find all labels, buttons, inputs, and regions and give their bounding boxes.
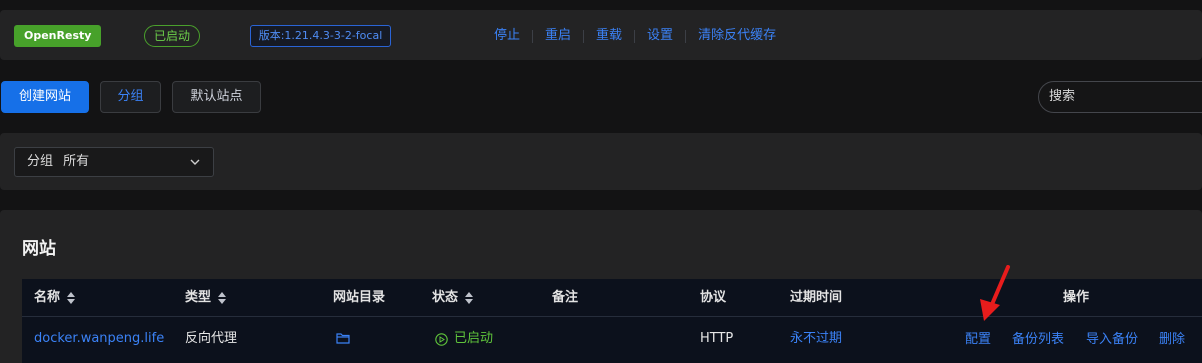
default-site-button[interactable]: 默认站点 bbox=[172, 81, 261, 113]
column-label: 过期时间 bbox=[790, 290, 843, 305]
import-backup-link[interactable]: 导入备份 bbox=[1086, 331, 1138, 349]
column-header-name[interactable]: 名称 bbox=[34, 289, 76, 307]
column-label: 状态 bbox=[432, 290, 459, 305]
sort-icon[interactable] bbox=[217, 292, 227, 304]
sort-icon[interactable] bbox=[464, 292, 474, 304]
column-label: 类型 bbox=[185, 290, 212, 305]
column-label: 协议 bbox=[700, 290, 727, 305]
group-filter-label: 分组 bbox=[27, 154, 54, 169]
site-dir-cell[interactable] bbox=[336, 332, 350, 350]
column-label: 操作 bbox=[1063, 290, 1090, 305]
server-status-badge: 已启动 bbox=[144, 25, 200, 47]
column-header-protocol: 协议 bbox=[700, 289, 726, 307]
delete-link[interactable]: 删除 bbox=[1159, 331, 1185, 349]
column-header-note: 备注 bbox=[552, 289, 578, 307]
create-site-button[interactable]: 创建网站 bbox=[1, 81, 89, 113]
server-status-bar: OpenResty 已启动 版本:1.21.4.3-3-2-focal 停止 重… bbox=[0, 10, 1202, 60]
annotation-arrow-icon bbox=[980, 265, 1010, 321]
divider bbox=[685, 29, 687, 43]
backup-list-link[interactable]: 备份列表 bbox=[1012, 331, 1064, 349]
column-header-expiry: 过期时间 bbox=[790, 289, 842, 307]
column-header-type[interactable]: 类型 bbox=[185, 289, 227, 307]
site-type: 反向代理 bbox=[185, 331, 238, 346]
column-label: 网站目录 bbox=[333, 290, 386, 305]
site-expiry-link[interactable]: 永不过期 bbox=[790, 330, 842, 348]
column-header-site-dir: 网站目录 bbox=[333, 289, 385, 307]
server-version-tag: 版本:1.21.4.3-3-2-focal bbox=[250, 25, 391, 47]
group-filter-select[interactable]: 分组 所有 bbox=[14, 147, 214, 177]
stop-link[interactable]: 停止 bbox=[494, 27, 520, 45]
divider bbox=[583, 29, 585, 43]
sites-table: 名称 类型 网站目录 状态 备注 协议 过期时间 操作 docker.wanpe… bbox=[22, 279, 1202, 363]
reload-link[interactable]: 重载 bbox=[596, 27, 622, 45]
table-header: 名称 类型 网站目录 状态 备注 协议 过期时间 操作 bbox=[22, 279, 1202, 317]
divider bbox=[634, 29, 636, 43]
group-button[interactable]: 分组 bbox=[100, 81, 161, 113]
divider bbox=[532, 29, 534, 43]
config-link[interactable]: 配置 bbox=[965, 331, 991, 349]
site-name-link[interactable]: docker.wanpeng.life bbox=[34, 330, 164, 348]
column-label: 名称 bbox=[34, 290, 61, 305]
chevron-down-icon bbox=[190, 159, 200, 165]
site-status-label: 已启动 bbox=[454, 331, 494, 346]
server-actions: 停止 重启 重载 设置 清除反代缓存 bbox=[494, 27, 776, 45]
restart-link[interactable]: 重启 bbox=[545, 27, 571, 45]
server-name-tag: OpenResty bbox=[14, 25, 102, 47]
column-label: 备注 bbox=[552, 290, 579, 305]
column-header-actions: 操作 bbox=[1063, 289, 1089, 307]
group-filter-value: 所有 bbox=[63, 154, 90, 169]
clear-proxy-cache-link[interactable]: 清除反代缓存 bbox=[698, 27, 776, 45]
sites-title: 网站 bbox=[22, 239, 56, 259]
settings-link[interactable]: 设置 bbox=[647, 27, 673, 45]
site-protocol: HTTP bbox=[700, 331, 734, 346]
site-status[interactable]: 已启动 bbox=[435, 330, 493, 348]
search-input[interactable]: 搜索 bbox=[1038, 81, 1202, 113]
folder-icon[interactable] bbox=[336, 332, 350, 344]
play-circle-icon bbox=[435, 332, 448, 346]
column-header-status[interactable]: 状态 bbox=[432, 289, 474, 307]
sort-icon[interactable] bbox=[66, 292, 76, 304]
